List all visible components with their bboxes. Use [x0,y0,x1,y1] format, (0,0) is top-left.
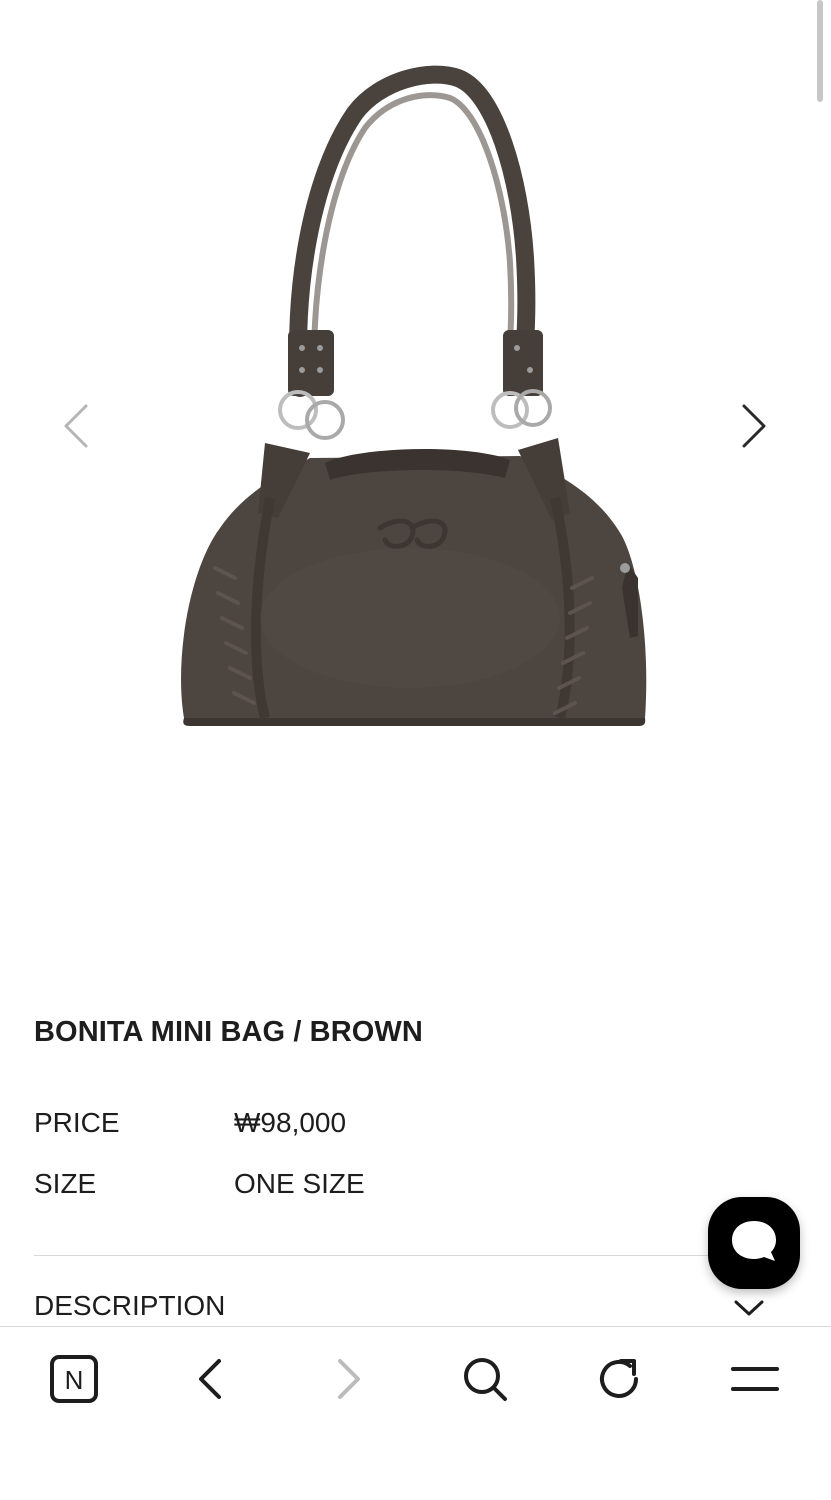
description-toggle-label[interactable]: DESCRIPTION [34,1290,225,1322]
browser-toolbar: N [0,1326,831,1500]
forward-button[interactable] [318,1349,378,1409]
size-value: ONE SIZE [234,1168,365,1199]
search-button[interactable] [455,1349,515,1409]
chevron-right-icon [742,404,766,448]
chevron-right-icon [338,1359,360,1399]
product-title: BONITA MINI BAG / BROWN [34,1016,423,1048]
n-logo-icon: N [50,1355,98,1403]
chat-bubble-icon [732,1221,776,1261]
section-divider [34,1255,754,1256]
product-image [181,65,647,726]
chevron-down-icon [734,1300,764,1316]
chevron-left-icon [199,1359,221,1399]
menu-icon [731,1367,779,1391]
gallery-prev-button[interactable] [46,396,106,456]
description-expand-button[interactable] [730,1296,768,1322]
gallery-next-button[interactable] [724,396,784,456]
menu-button[interactable] [725,1349,785,1409]
price-value: ₩98,000 [234,1107,347,1138]
chevron-left-icon [64,404,88,448]
price-label: PRICE [34,1107,120,1138]
naver-home-button[interactable]: N [44,1349,104,1409]
reload-icon [600,1359,638,1398]
product-page: BONITA MINI BAG / BROWN PRICE ₩98,000 SI… [0,0,831,1500]
search-icon [464,1358,507,1401]
size-label: SIZE [34,1168,97,1199]
n-logo-text: N [65,1365,84,1395]
product-gallery [0,0,831,980]
back-button[interactable] [181,1349,241,1409]
reload-button[interactable] [590,1349,650,1409]
chat-button[interactable] [708,1197,800,1289]
